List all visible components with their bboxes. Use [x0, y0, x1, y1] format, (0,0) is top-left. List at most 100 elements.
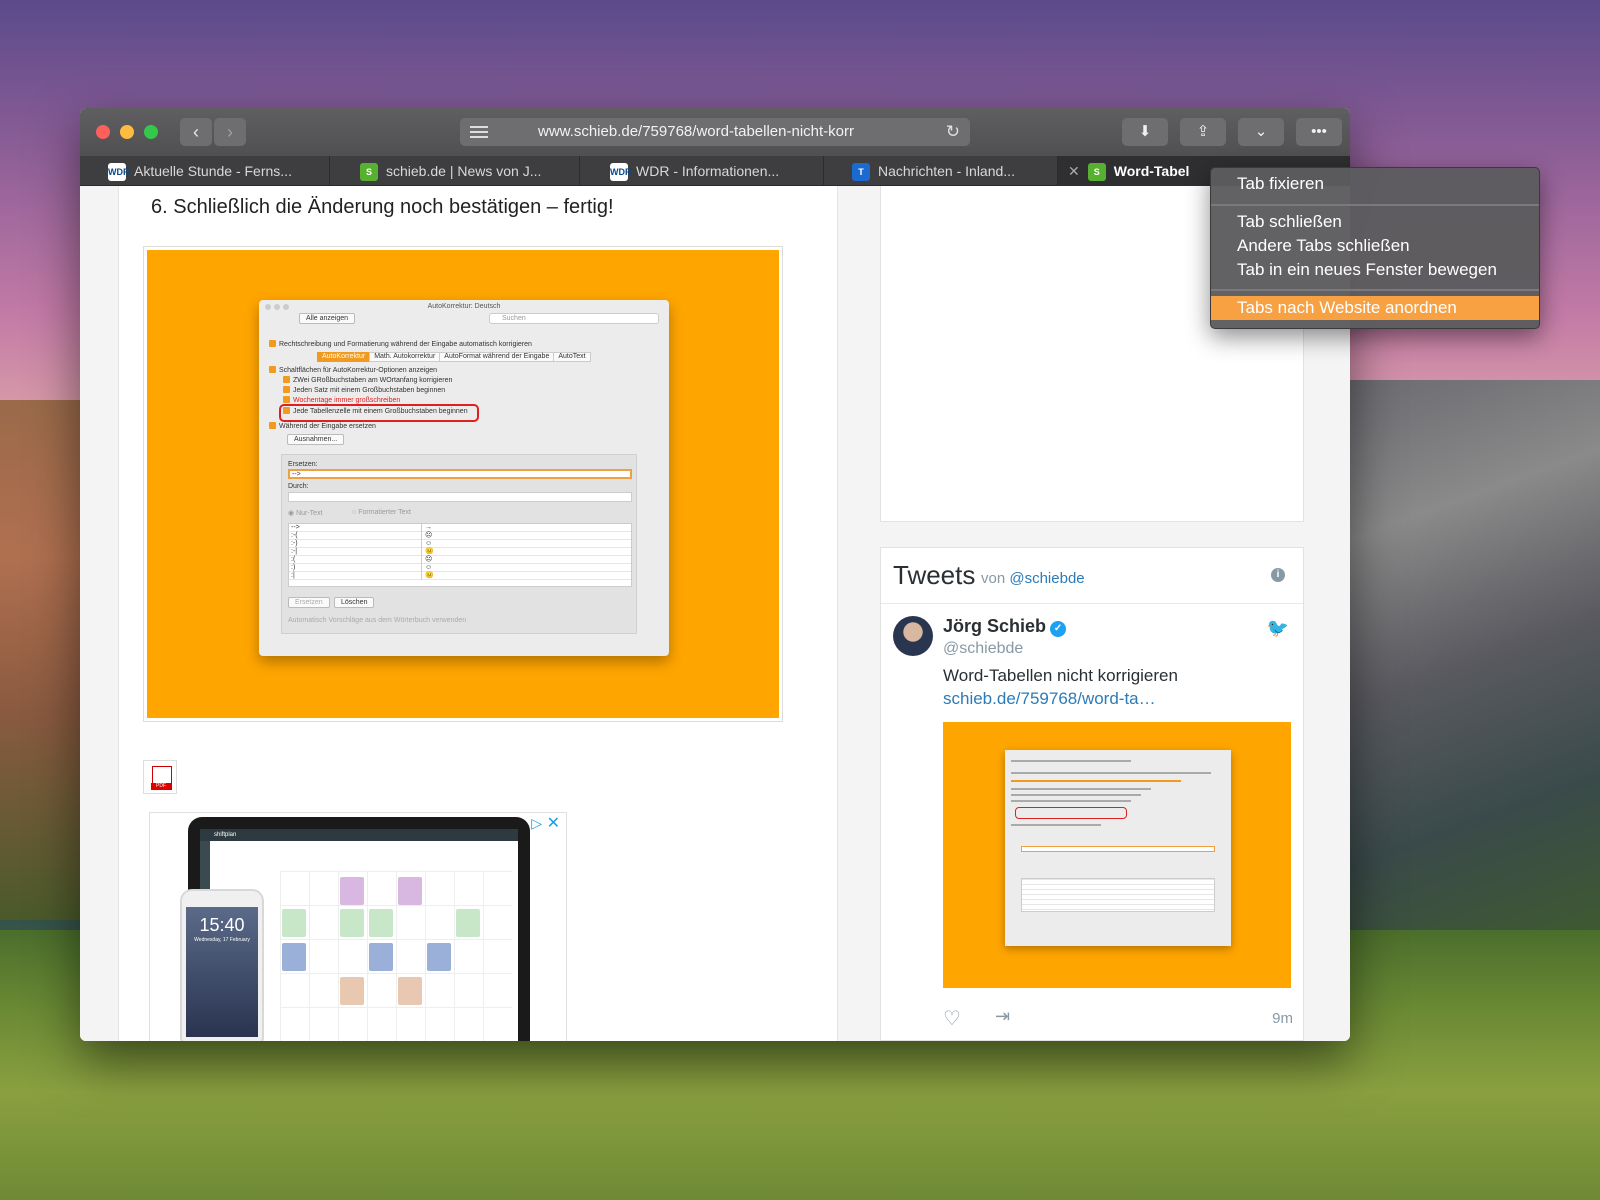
wdr-favicon-icon: WDR	[610, 163, 632, 182]
close-window-button[interactable]	[96, 125, 110, 139]
table-row: :-| 😐	[289, 548, 631, 556]
menu-separator	[1211, 289, 1539, 291]
dialog-tab: AutoKorrektur	[317, 352, 371, 362]
tweet-image[interactable]	[943, 722, 1291, 988]
address-bar[interactable]: www.schieb.de/759768/word-tabellen-nicht…	[460, 118, 970, 146]
verified-icon: ✓	[1050, 621, 1067, 637]
dialog-option: Rechtschreibung und Formatierung während…	[269, 340, 532, 348]
tab-schieb-news[interactable]: Sschieb.de | News von J...	[330, 156, 580, 186]
chevron-right-icon: ›	[227, 122, 233, 142]
schieb-favicon-icon: S	[1087, 163, 1106, 182]
table-row: :-(☹	[289, 532, 631, 540]
dialog-footer: Automatisch Vorschläge aus dem Wörterbuc…	[288, 617, 467, 624]
twitter-bird-icon[interactable]: 🐦	[1267, 618, 1289, 639]
menu-item-move-to-new-window[interactable]: Tab in ein neues Fenster bewegen	[1211, 258, 1539, 282]
share-icon: ⇪	[1196, 123, 1210, 140]
schedule-grid	[280, 871, 512, 1041]
phone-date: Wednesday, 17 February	[194, 937, 250, 943]
dialog-option: Schaltflächen für AutoKorrektur-Optionen…	[269, 366, 437, 374]
table-row: :(☹	[289, 556, 631, 564]
dialog-tab: Math. Autokorrektur	[369, 352, 441, 362]
like-icon[interactable]: ♡	[943, 1006, 961, 1031]
tagesschau-favicon-icon: T	[852, 163, 870, 182]
close-ad-icon[interactable]: ✕	[547, 813, 560, 833]
author-handle[interactable]: @schiebde	[943, 640, 1023, 658]
shift-cell	[340, 909, 364, 937]
avatar[interactable]	[893, 616, 933, 656]
tweet-time[interactable]: 9m	[1272, 1010, 1293, 1027]
more-button[interactable]: •••	[1296, 118, 1342, 146]
pocket-icon: ⌄	[1254, 123, 1268, 140]
menu-item-sort-tabs-by-website[interactable]: Tabs nach Website anordnen	[1211, 296, 1539, 320]
replace-button: Ersetzen	[288, 597, 330, 608]
tab-nachrichten-inland[interactable]: T Nachrichten - Inland...	[824, 156, 1058, 186]
table-row: --> →	[289, 524, 631, 532]
step-text: 6. Schließlich die Änderung noch bestäti…	[151, 196, 614, 218]
tweets-handle-link[interactable]: @schiebde	[1009, 570, 1084, 587]
share-icon[interactable]: ⇥	[995, 1006, 1010, 1027]
background-cliff-left	[0, 400, 90, 920]
twitter-widget-header: Tweets von @schiebde i	[881, 548, 1303, 604]
adchoices-icon[interactable]: ▷	[531, 815, 542, 832]
replace-table: --> → :-(☹ :-) ☺ :-| 😐 :(☹ :) ☺ :| 😐	[288, 523, 632, 587]
more-icon: •••	[1311, 123, 1327, 140]
minimize-window-button[interactable]	[120, 125, 134, 139]
advertisement[interactable]: ▷ ✕ shiftplan 15:40 Wednesday, 17 Februa…	[149, 812, 567, 1041]
fullscreen-window-button[interactable]	[144, 125, 158, 139]
browser-toolbar: ‹ › www.schieb.de/759768/word-tabellen-n…	[80, 108, 1350, 156]
shift-cell	[398, 877, 422, 905]
replace-panel: Ersetzen: --> Durch: ◉ Nur-Text ○ Format…	[281, 454, 637, 634]
dialog-option: ZWei GRoßbuchstaben am WOrtanfang korrig…	[283, 376, 452, 384]
shift-cell	[340, 877, 364, 905]
schieb-favicon-icon: S	[360, 163, 378, 182]
wdr-favicon-icon: WDR	[108, 163, 130, 182]
close-tab-icon[interactable]: ✕	[1068, 156, 1080, 186]
replace-field: -->	[288, 469, 632, 479]
tweet-image-dialog	[1005, 750, 1231, 946]
checkbox-icon	[269, 340, 276, 347]
menu-item-close-tab[interactable]: Tab schließen	[1211, 210, 1539, 234]
tab-context-menu: Tab fixieren Tab schließen Andere Tabs s…	[1210, 167, 1540, 329]
tab-label: Nachrichten - Inland...	[878, 163, 1015, 179]
pdf-icon[interactable]	[143, 760, 177, 794]
highlight-box	[1015, 807, 1127, 819]
dialog-tabs: AutoKorrektur Math. Autokorrektur AutoForm…	[317, 352, 591, 362]
reload-icon[interactable]: ↻	[946, 118, 960, 146]
menu-item-close-other-tabs[interactable]: Andere Tabs schließen	[1211, 234, 1539, 258]
reader-view-icon[interactable]	[470, 126, 488, 138]
tweet-link[interactable]: schieb.de/759768/word-ta…	[943, 689, 1156, 709]
shift-cell	[282, 909, 306, 937]
tab-wdr-informationen[interactable]: WDR WDR - Informationen...	[580, 156, 824, 186]
dialog-tab: AutoText	[553, 352, 591, 362]
screenshot-figure[interactable]: AutoKorrektur: Deutsch Alle anzeigen Suc…	[143, 246, 783, 722]
radio-formatted: ○ Formatierter Text	[352, 509, 411, 516]
dialog-option: Wochentage immer großschreiben	[283, 396, 400, 404]
tab-label: Word-Tabel	[1113, 163, 1190, 179]
shift-cell	[369, 943, 393, 971]
tab-label: Aktuelle Stunde - Ferns...	[134, 163, 292, 179]
delete-button: Löschen	[334, 597, 375, 608]
info-icon[interactable]: i	[1271, 568, 1285, 582]
menu-separator	[1211, 204, 1539, 206]
article-column: 6. Schließlich die Änderung noch bestäti…	[118, 186, 838, 1041]
author-name[interactable]: Jörg Schieb ✓	[943, 616, 1067, 637]
tweet-actions: ♡ ⇥ 9m	[943, 1006, 1293, 1030]
menu-item-pin-tab[interactable]: Tab fixieren	[1211, 172, 1539, 196]
phone-image: 15:40 Wednesday, 17 February	[180, 889, 264, 1041]
show-all-button: Alle anzeigen	[299, 313, 356, 324]
shiftplan-brand: shiftplan	[200, 829, 518, 841]
twitter-widget: Tweets von @schiebde i Jörg Schieb ✓ @sch…	[880, 547, 1304, 1041]
forward-button[interactable]: ›	[214, 118, 246, 146]
table-row: :) ☺	[289, 564, 631, 572]
pocket-button[interactable]: ⌄	[1238, 118, 1284, 146]
back-button[interactable]: ‹	[180, 118, 212, 146]
url-text[interactable]: www.schieb.de/759768/word-tabellen-nicht…	[538, 118, 898, 146]
shift-cell	[456, 909, 480, 937]
table-row: :| 😐	[289, 572, 631, 580]
shift-cell	[340, 977, 364, 1005]
dialog-search: Suchen	[489, 313, 659, 324]
tab-aktuelle-stunde[interactable]: WDR Aktuelle Stunde - Ferns...	[80, 156, 330, 186]
dialog-option: Jeden Satz mit einem Großbuchstaben begi…	[283, 386, 445, 394]
downloads-button[interactable]: ⬇	[1122, 118, 1168, 146]
share-button[interactable]: ⇪	[1180, 118, 1226, 146]
